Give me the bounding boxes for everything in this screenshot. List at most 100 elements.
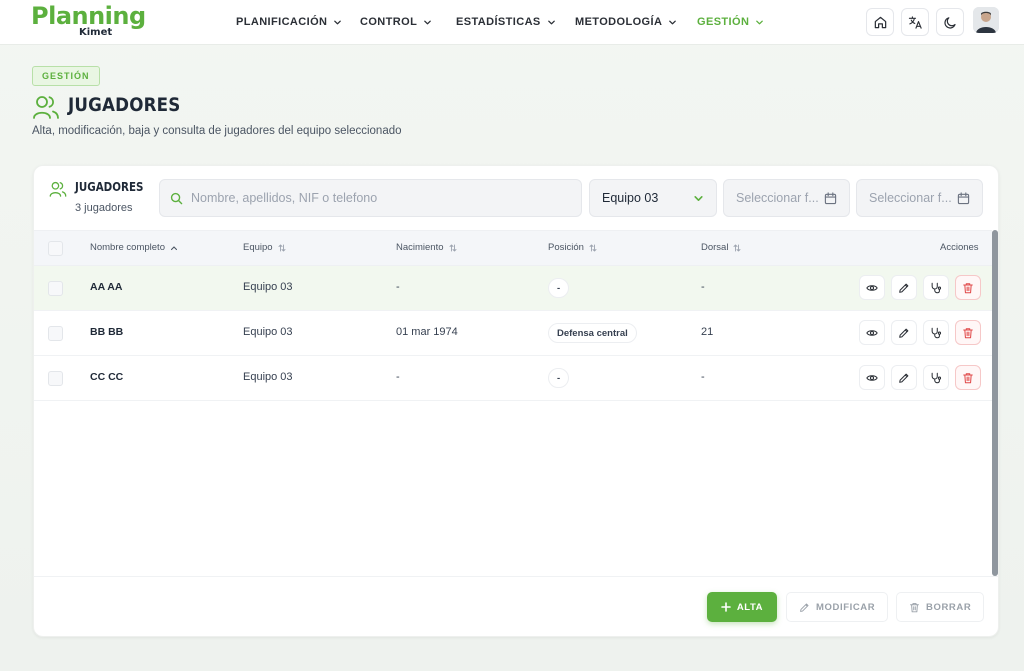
user-avatar[interactable]: [973, 7, 999, 33]
delete-button[interactable]: [955, 320, 981, 345]
player-count: 3 jugadores: [75, 202, 133, 214]
add-button[interactable]: ALTA: [707, 592, 777, 622]
table-row[interactable]: AA AA Equipo 03 - - -: [34, 266, 992, 311]
trash-icon: [963, 372, 973, 383]
player-name: BB BB: [90, 326, 124, 338]
add-button-label: ALTA: [736, 601, 764, 613]
table-row[interactable]: CC CC Equipo 03 - - -: [34, 356, 992, 401]
nav-label: METODOLOGÍA: [575, 16, 663, 28]
column-header-number[interactable]: Dorsal: [701, 242, 741, 253]
date-to-picker[interactable]: Seleccionar f...: [856, 179, 983, 217]
pencil-icon: [899, 328, 909, 338]
sort-icon: [734, 243, 741, 252]
page-title: JUGADORES: [68, 94, 181, 116]
column-header-birth[interactable]: Nacimiento: [396, 242, 457, 253]
column-label: Posición: [548, 242, 584, 253]
calendar-icon: [824, 191, 837, 204]
player-number: 21: [701, 326, 714, 338]
edit-selected-label: MODIFICAR: [816, 601, 876, 613]
nav-label: GESTIÓN: [697, 16, 750, 28]
row-checkbox[interactable]: [48, 326, 63, 341]
delete-button[interactable]: [955, 365, 981, 390]
player-team: Equipo 03: [243, 371, 293, 383]
logo[interactable]: Planning Kimet: [31, 2, 146, 42]
pencil-icon: [800, 602, 809, 612]
home-button[interactable]: [866, 8, 894, 36]
trash-icon: [963, 282, 973, 293]
view-button[interactable]: [859, 275, 885, 300]
logo-main-text: Planning: [31, 2, 146, 30]
player-number: -: [701, 281, 705, 293]
chevron-down-icon: [669, 20, 677, 24]
search-box: [159, 179, 582, 217]
search-icon: [170, 192, 183, 204]
scrollbar-thumb[interactable]: [992, 230, 998, 576]
player-birth: -: [396, 371, 400, 383]
position-badge: Defensa central: [548, 323, 637, 343]
table-row[interactable]: BB BB Equipo 03 01 mar 1974 Defensa cent…: [34, 311, 992, 356]
row-checkbox[interactable]: [48, 371, 63, 386]
view-button[interactable]: [859, 365, 885, 390]
nav-item-control[interactable]: CONTROL: [360, 14, 432, 30]
edit-button[interactable]: [891, 320, 917, 345]
nav-label: ESTADÍSTICAS: [456, 16, 541, 28]
sort-asc-icon: [170, 245, 178, 250]
language-button[interactable]: [901, 8, 929, 36]
team-select[interactable]: Equipo 03: [589, 179, 717, 217]
edit-button[interactable]: [891, 275, 917, 300]
calendar-icon: [957, 191, 970, 204]
row-checkbox[interactable]: [48, 281, 63, 296]
page-description: Alta, modificación, baja y consulta de j…: [32, 125, 402, 137]
select-all-checkbox[interactable]: [48, 241, 63, 256]
theme-toggle-button[interactable]: [936, 8, 964, 36]
player-team: Equipo 03: [243, 326, 293, 338]
pencil-icon: [899, 373, 909, 383]
medical-button[interactable]: [923, 320, 949, 345]
column-header-name[interactable]: Nombre completo: [90, 242, 178, 253]
edit-button[interactable]: [891, 365, 917, 390]
users-icon: [33, 96, 59, 119]
nav-item-gestion[interactable]: GESTIÓN: [697, 14, 764, 30]
date-from-picker[interactable]: Seleccionar f...: [723, 179, 850, 217]
logo-sub-text: Kimet: [79, 27, 113, 38]
column-label: Dorsal: [701, 242, 729, 253]
nav-label: CONTROL: [360, 16, 418, 28]
delete-button[interactable]: [955, 275, 981, 300]
players-card: JUGADORES 3 jugadores Equipo 03 Seleccio…: [33, 165, 999, 637]
eye-icon: [866, 284, 878, 291]
view-button[interactable]: [859, 320, 885, 345]
column-label: Nombre completo: [90, 242, 165, 253]
eye-icon: [866, 329, 878, 336]
top-navbar: Planning Kimet PLANIFICACIÓN CONTROL EST…: [0, 0, 1024, 45]
medical-button[interactable]: [923, 275, 949, 300]
eye-icon: [866, 374, 878, 381]
moon-icon: [943, 16, 956, 29]
date-from-placeholder: Seleccionar f...: [736, 191, 819, 205]
sort-icon: [589, 243, 597, 252]
column-header-team[interactable]: Equipo: [243, 242, 286, 253]
translate-icon: [908, 15, 922, 29]
search-input[interactable]: [191, 191, 571, 205]
card-footer: ALTA MODIFICAR BORRAR: [34, 576, 998, 636]
trash-icon: [910, 602, 919, 612]
column-header-actions: Acciones: [940, 242, 979, 253]
nav-item-metodologia[interactable]: METODOLOGÍA: [575, 14, 677, 30]
position-badge: -: [548, 278, 570, 298]
player-name: AA AA: [90, 281, 123, 293]
column-header-position[interactable]: Posición: [548, 242, 597, 253]
edit-selected-button[interactable]: MODIFICAR: [786, 592, 889, 622]
card-title: JUGADORES: [75, 180, 144, 194]
nav-item-planificacion[interactable]: PLANIFICACIÓN: [236, 14, 342, 30]
users-icon: [49, 181, 67, 197]
column-label: Acciones: [940, 242, 979, 253]
player-birth: 01 mar 1974: [396, 326, 458, 338]
medical-button[interactable]: [923, 365, 949, 390]
delete-selected-button[interactable]: BORRAR: [896, 592, 985, 622]
home-icon: [874, 16, 886, 28]
chevron-down-icon: [694, 195, 703, 201]
plus-icon: [721, 602, 731, 612]
chevron-down-icon: [547, 20, 555, 24]
team-select-value: Equipo 03: [602, 191, 659, 205]
chevron-down-icon: [334, 20, 342, 24]
nav-item-estadisticas[interactable]: ESTADÍSTICAS: [456, 14, 556, 30]
